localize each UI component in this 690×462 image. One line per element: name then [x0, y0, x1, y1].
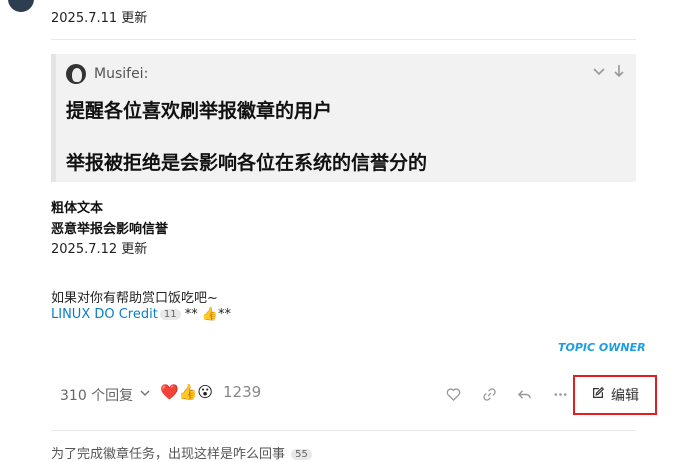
reaction-count: 1239: [223, 383, 262, 401]
edit-label: 编辑: [611, 388, 639, 404]
arrow-down-icon[interactable]: [612, 64, 626, 82]
reply-icon[interactable]: [516, 386, 532, 402]
link-icon[interactable]: [481, 386, 497, 402]
tip-text: 如果对你有帮助赏口饭吃吧~: [51, 291, 218, 306]
like-icon[interactable]: [445, 386, 461, 402]
edit-icon: [591, 386, 605, 404]
divider: [51, 39, 636, 40]
divider: [51, 430, 636, 431]
more-icon[interactable]: [552, 386, 568, 402]
next-topic-link[interactable]: 为了完成徽章任务，出现这样是咋么回事 55: [51, 443, 312, 462]
quote-controls: [592, 64, 626, 82]
replies-toggle[interactable]: 310 个回复: [60, 385, 151, 405]
thumbs-up-reaction-icon: 👍: [178, 383, 198, 401]
quote-author[interactable]: Musifei:: [94, 66, 148, 82]
next-topic-title: 为了完成徽章任务，出现这样是咋么回事: [51, 447, 286, 462]
quote-header: Musifei:: [66, 64, 148, 84]
bold-text-1: 粗体文本: [51, 201, 104, 216]
edit-button[interactable]: 编辑: [573, 375, 657, 415]
chevron-down-icon: [139, 387, 151, 403]
surprised-reaction-icon: 😮: [197, 383, 214, 401]
credit-badge: 11: [159, 309, 181, 320]
quote-line-2: 举报被拒绝是会影响各位在系统的信誉分的: [66, 152, 428, 174]
credit-link[interactable]: LINUX DO Credit: [51, 307, 158, 322]
reactions[interactable]: ❤️ 👍 😮 1239: [160, 383, 261, 401]
replies-label: 310 个回复: [60, 388, 134, 404]
update-date-2: 2025.7.12 更新: [51, 242, 148, 257]
update-date: 2025.7.11 更新: [51, 11, 148, 26]
quote-line-1: 提醒各位喜欢刷举报徽章的用户: [66, 100, 333, 122]
credit-suffix: ** 👍**: [184, 307, 232, 322]
heart-reaction-icon: ❤️: [160, 383, 179, 401]
avatar[interactable]: [8, 0, 34, 12]
bold-text-2: 恶意举报会影响信誉: [51, 222, 169, 237]
credit-line: LINUX DO Credit 11 ** 👍**: [51, 307, 231, 322]
topic-owner-tag: TOPIC OWNER: [558, 341, 646, 354]
chevron-down-icon[interactable]: [592, 64, 606, 82]
quote-author-avatar[interactable]: [66, 64, 86, 84]
